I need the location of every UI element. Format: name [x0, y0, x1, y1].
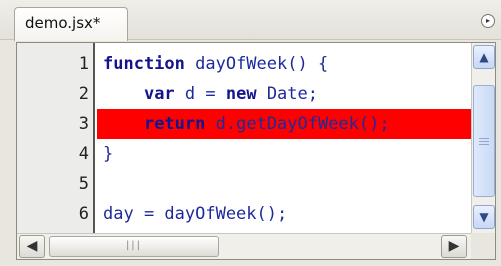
keyword-token: return: [143, 114, 206, 134]
circle-arrow-icon[interactable]: ▸: [481, 14, 495, 28]
chevron-down-icon[interactable]: ▼: [473, 205, 495, 229]
horizontal-scrollbar[interactable]: ◀ ||| ▶: [17, 233, 473, 259]
code-line[interactable]: 2 var d = new Date;: [17, 79, 473, 109]
line-number: 2: [78, 84, 89, 104]
keyword-token: function: [103, 54, 185, 74]
tab-label: demo.jsx*: [25, 14, 101, 32]
chevron-up-icon[interactable]: ▲: [473, 45, 495, 69]
code-line[interactable]: 6 day = dayOfWeek();: [17, 199, 473, 229]
line-code: day = dayOfWeek();: [97, 199, 473, 229]
code-line[interactable]: 4}: [17, 139, 473, 169]
line-number: 6: [78, 204, 89, 224]
horizontal-scroll-thumb[interactable]: |||: [49, 236, 219, 257]
line-code: return d.getDayOfWeek();: [97, 109, 473, 139]
keyword-token: var: [143, 84, 175, 104]
chevron-right-icon[interactable]: ▶: [441, 235, 467, 258]
chevron-left-icon[interactable]: ◀: [19, 235, 45, 258]
scrollbar-corner: [471, 233, 495, 259]
code-line[interactable]: 1 function dayOfWeek() {: [17, 49, 473, 79]
line-number: 3: [78, 114, 89, 134]
code-token: day = dayOfWeek();: [103, 204, 288, 224]
line-number: 5: [78, 174, 89, 194]
line-code: var d = new Date;: [97, 79, 473, 109]
vertical-scroll-thumb[interactable]: [473, 85, 495, 197]
code-token: d.getDayOfWeek();: [205, 114, 390, 134]
code-editor[interactable]: 1 function dayOfWeek() {2 var d = new Dat…: [16, 42, 496, 260]
tab-demo-jsx[interactable]: demo.jsx*: [14, 7, 128, 41]
grip-icon: [479, 138, 489, 139]
code-token: dayOfWeek() {: [184, 54, 329, 74]
code-line[interactable]: 5: [17, 169, 473, 199]
line-code: function dayOfWeek() {: [97, 49, 473, 79]
code-token: d =: [174, 84, 226, 104]
line-number: 1: [78, 54, 89, 74]
line-number: 4: [78, 144, 89, 164]
line-code: }: [97, 139, 473, 169]
tab-strip: demo.jsx* ▸: [0, 0, 501, 41]
keyword-token: new: [225, 84, 257, 104]
code-lines: 1 function dayOfWeek() {2 var d = new Dat…: [17, 49, 473, 259]
code-token: }: [103, 144, 114, 164]
editor-window: demo.jsx* ▸ 1 function dayOfWeek() {2 var…: [0, 0, 501, 266]
vertical-scrollbar[interactable]: ▲ ▼: [471, 43, 495, 233]
code-token: Date;: [256, 84, 318, 104]
code-line-highlighted[interactable]: 3 return d.getDayOfWeek();: [17, 109, 473, 139]
